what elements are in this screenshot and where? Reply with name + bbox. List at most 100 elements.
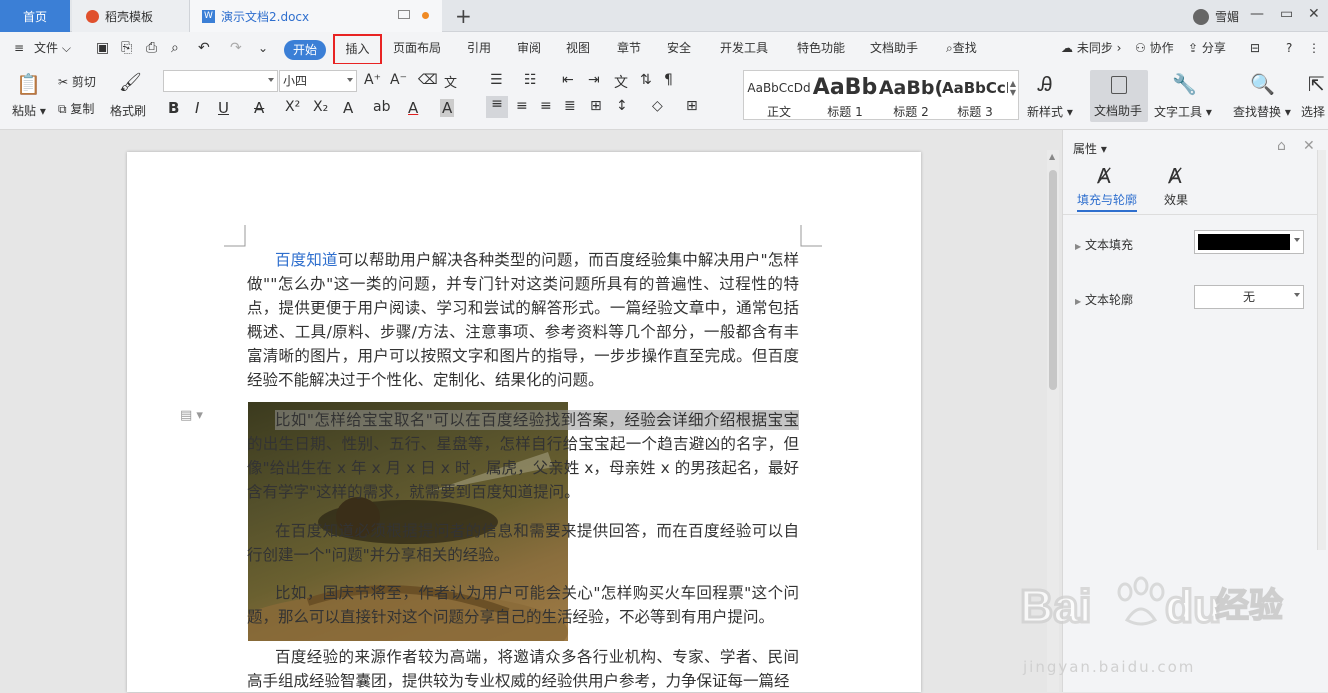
user-account[interactable]: 雪媚 [1193,8,1239,25]
cut-button[interactable]: ✂ 剪切 [58,73,96,90]
align-center-icon[interactable]: ≡ [516,98,528,114]
border-icon[interactable]: ⊞ [686,98,698,114]
copy-button[interactable]: ⧉ 复制 [58,100,94,117]
tab-page-layout[interactable]: 页面布局 [393,32,441,64]
redo-icon[interactable]: ↷ [230,32,242,64]
show-marks-icon[interactable]: ¶ [664,72,673,88]
font-name-select[interactable] [163,70,278,92]
quick-access-more-icon[interactable]: ⌄ [258,32,268,64]
shading-icon[interactable]: ◇ [652,98,663,114]
tab-chapter[interactable]: 章节 [617,32,641,64]
highlight-icon[interactable]: ab [373,99,390,115]
format-painter-icon[interactable]: 🖌 [119,72,142,93]
paragraph-1[interactable]: 百度知道可以帮助用户解决各种类型的问题，而百度经验集中解决用户"怎样做""怎么办… [247,248,799,392]
text-fill-color-select[interactable] [1194,230,1304,254]
save-icon[interactable]: ▣ [96,32,109,64]
paragraph-2[interactable]: 比如"怎样给宝宝取名"可以在百度经验找到答案，经验会详细介绍根据宝宝的出生日期、… [247,408,799,504]
style-heading-3[interactable]: AaBbCcI 标题 3 [942,71,1008,119]
tab-document[interactable]: W 演示文档2.docx [190,0,442,32]
phonetic-icon[interactable]: 文 [444,72,457,91]
align-right-icon[interactable]: ≡ [540,98,552,114]
increase-indent-icon[interactable]: ⇥ [588,72,600,88]
close-icon[interactable]: ✕ [1308,6,1320,22]
text-outline-select[interactable]: 无 [1194,285,1304,309]
scrollbar-thumb[interactable] [1049,170,1057,390]
chinese-layout-icon[interactable]: 文 [614,72,628,92]
menu-file[interactable]: 文件 ⌵ [34,32,71,64]
paragraph-4[interactable]: 比如，国庆节将至，作者认为用户可能会关心"怎样购买火车回程票"这个问题，那么可以… [247,581,799,629]
tab-home[interactable]: 首页 [0,0,70,32]
justify-icon[interactable]: ≣ [564,98,576,114]
clear-format-icon[interactable]: ⌫ [418,72,438,88]
font-color-icon[interactable]: A [408,99,418,117]
hamburger-icon[interactable]: ≡ [14,32,24,64]
text-outline-section[interactable]: ▶ 文本轮廓 [1075,291,1133,308]
undo-icon[interactable]: ↶ [198,32,210,64]
collab-button[interactable]: ⚇ 协作 [1135,32,1174,64]
tab-fill-outline[interactable]: 填充与轮廓 [1077,191,1138,212]
new-tab-plus-icon[interactable]: + [455,4,472,28]
align-left-icon[interactable]: ≡ [486,96,508,118]
char-shading-icon[interactable]: A [440,99,455,117]
paragraph-handle-icon[interactable]: ▤ ▾ [180,408,203,423]
sort-icon[interactable]: ⇅ [640,72,652,88]
tab-developer[interactable]: 开发工具 [720,32,768,64]
scroll-up-icon[interactable]: ▲ [1049,152,1055,161]
sync-button[interactable]: ☁ 未同步 › [1061,32,1121,64]
underline-icon[interactable]: U [218,99,229,117]
preview-icon[interactable]: ⌕ [171,32,179,64]
find-replace-button[interactable]: 查找替换 ▾ [1233,103,1291,120]
distributed-icon[interactable]: ⊞ [590,98,602,114]
print-icon[interactable]: ⎙ [146,32,157,64]
text-tools-icon[interactable]: 🔧 [1172,72,1197,96]
shrink-font-icon[interactable]: A⁻ [390,72,407,88]
tab-view[interactable]: 视图 [566,32,590,64]
text-effect-icon[interactable]: A [343,99,353,117]
italic-icon[interactable]: I [195,99,199,117]
more-icon[interactable]: ⋮ [1308,32,1320,64]
share-button[interactable]: ⇪ 分享 [1188,32,1226,64]
tab-template[interactable]: 稻壳模板 [72,0,190,32]
decrease-indent-icon[interactable]: ⇤ [562,72,574,88]
paste-icon[interactable]: 📋 [16,72,41,96]
doc-assistant-button[interactable]: 文档助手 [1090,70,1148,122]
tab-insert[interactable]: 插入 [333,34,382,65]
grow-font-icon[interactable]: A⁺ [364,72,381,88]
tab-review[interactable]: 审阅 [517,32,541,64]
tab-security[interactable]: 安全 [667,32,691,64]
tab-reference[interactable]: 引用 [467,32,491,64]
document-page[interactable]: 百度知道可以帮助用户解决各种类型的问题，而百度经验集中解决用户"怎样做""怎么办… [127,152,921,692]
style-heading-2[interactable]: AaBb( 标题 2 [878,71,944,119]
minimize-icon[interactable]: — [1250,6,1264,22]
style-normal[interactable]: AaBbCcDd 正文 [746,71,812,119]
lock-icon[interactable]: ⌂ [1277,138,1286,154]
paragraph-5[interactable]: 百度经验的来源作者较为高端，将邀请众多各行业机构、专家、学者、民间高手组成经验智… [247,645,799,693]
text-tools-button[interactable]: 文字工具 ▾ [1154,103,1212,120]
tab-start[interactable]: 开始 [284,40,326,60]
select-button[interactable]: 选择 [1301,103,1325,120]
format-painter-button[interactable]: 格式刷 [110,102,146,119]
text-fill-section[interactable]: ▶ 文本填充 [1075,236,1133,253]
bold-icon[interactable]: B [168,99,179,117]
tab-features[interactable]: 特色功能 [797,32,845,64]
panel-close-icon[interactable]: ✕ [1303,138,1315,154]
font-size-select[interactable]: 小四 [279,70,357,92]
panel-title[interactable]: 属性 ▾ [1073,140,1107,157]
tab-effect[interactable]: 效果 [1164,191,1188,208]
subscript-icon[interactable]: X₂ [313,99,328,115]
gallery-scroll-icon[interactable]: ▲ ▼ [1010,79,1016,97]
bullet-list-icon[interactable]: ☰ [490,72,503,88]
style-heading-1[interactable]: AaBb 标题 1 [812,71,878,119]
new-style-button[interactable]: 新样式 ▾ [1027,103,1073,120]
toolbox-icon[interactable]: ⊟ [1250,32,1260,64]
paragraph-3[interactable]: 在百度知道必须根据提问者的信息和需要来提供回答，而在百度经验可以自行创建一个"问… [247,519,799,567]
select-icon[interactable]: ⇱ [1308,72,1325,96]
panel-scrollbar[interactable] [1317,150,1326,550]
new-style-icon[interactable]: Ꭿ [1038,72,1052,96]
find-icon[interactable]: 🔍 [1250,72,1275,96]
tab-doc-assistant[interactable]: 文档助手 [870,32,918,64]
baidu-zhidao-link[interactable]: 百度知道 [275,251,338,269]
help-icon[interactable]: ? [1286,32,1292,64]
export-icon[interactable]: ⎘ [121,32,132,64]
maximize-icon[interactable]: ▭ [1280,6,1293,22]
